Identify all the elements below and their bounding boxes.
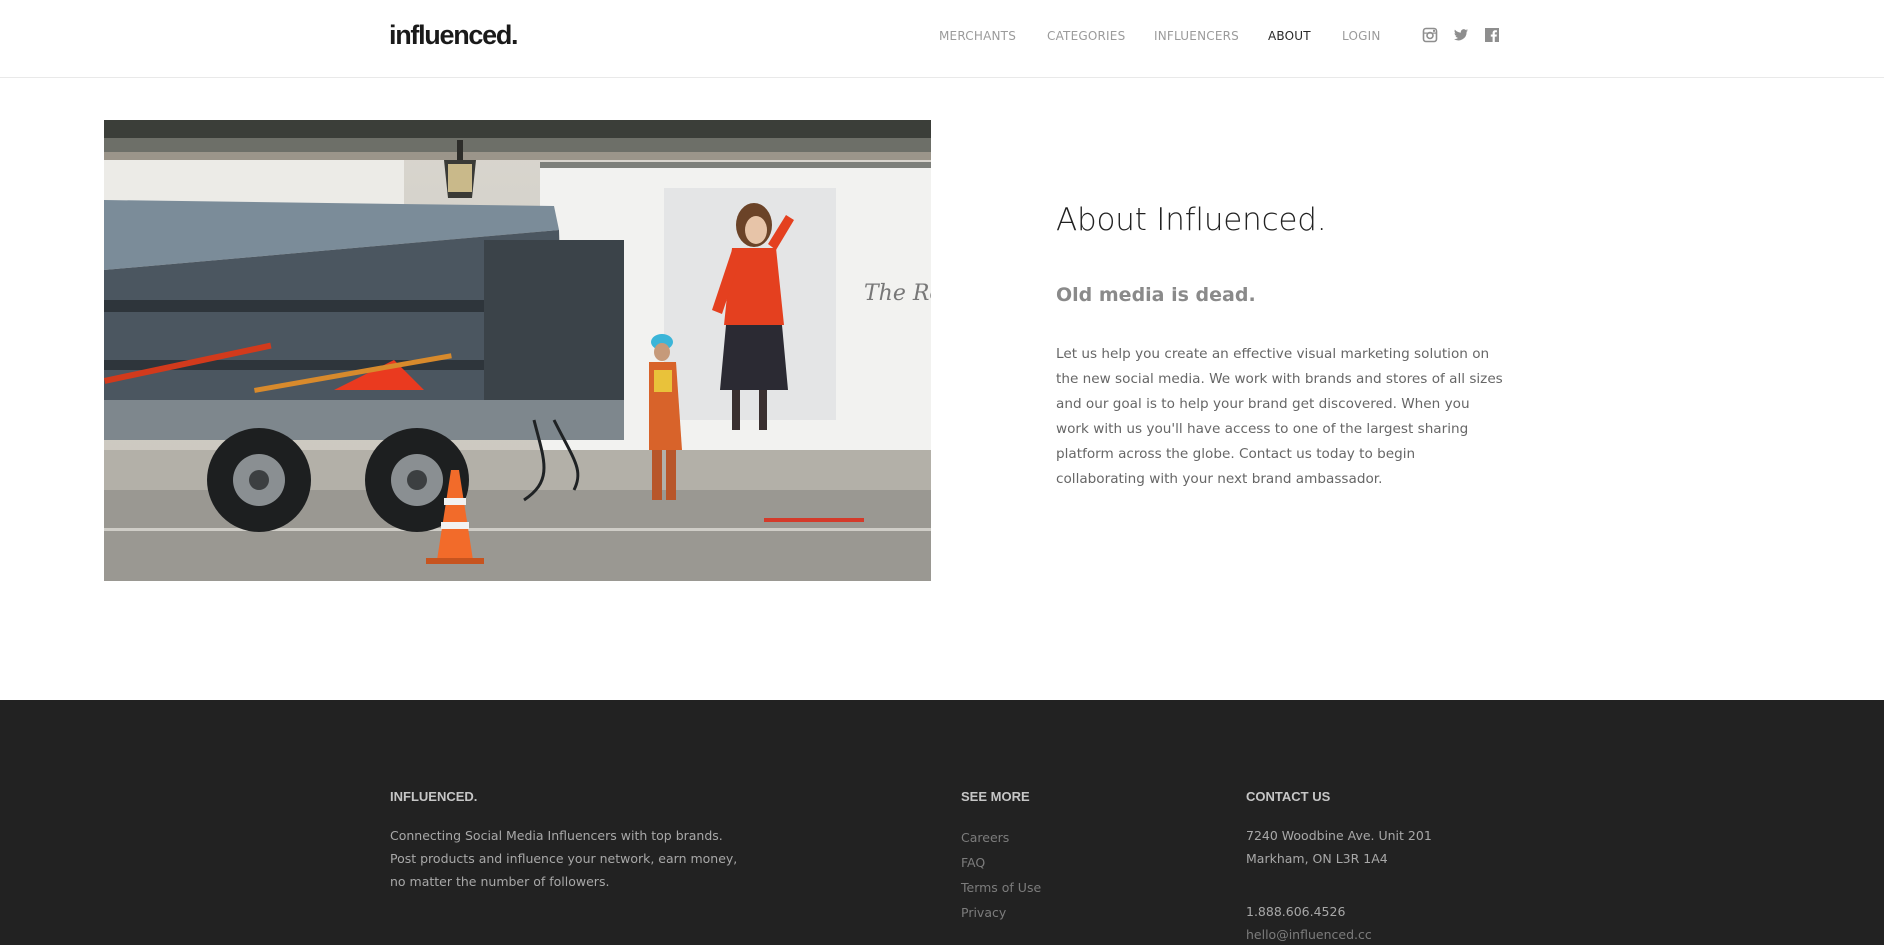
- twitter-icon[interactable]: [1453, 27, 1469, 43]
- footer-email-link[interactable]: hello@influenced.cc: [1246, 927, 1372, 943]
- nav-item-merchants[interactable]: MERCHANTS: [939, 28, 1016, 44]
- svg-text:The Ro: The Ro: [864, 281, 931, 306]
- about-title: About Influenced.: [1056, 202, 1327, 238]
- about-description: Let us help you create an effective visu…: [1056, 346, 1503, 487]
- footer-contact-heading: CONTACT US: [1246, 789, 1331, 804]
- footer-link-privacy[interactable]: Privacy: [961, 905, 1006, 921]
- footer-address-line: Markham, ON L3R 1A4: [1246, 851, 1388, 866]
- about-subtitle: Old media is dead.: [1056, 284, 1256, 306]
- footer-brand-line: Post products and influence your network…: [390, 851, 738, 866]
- footer-brand-line: Connecting Social Media Influencers with…: [390, 828, 723, 843]
- footer-brand-line: no matter the number of followers.: [390, 874, 610, 889]
- site-header: influenced. MERCHANTS CATEGORIES INFLUEN…: [0, 0, 1884, 78]
- site-logo[interactable]: influenced.: [389, 18, 519, 52]
- nav-item-login[interactable]: LOGIN: [1342, 28, 1381, 44]
- footer-address-line: 7240 Woodbine Ave. Unit 201: [1246, 828, 1432, 843]
- about-hero-image: The Ro: [104, 120, 931, 581]
- site-footer: [0, 700, 1884, 945]
- instagram-icon[interactable]: [1422, 27, 1438, 43]
- footer-brand-heading: INFLUENCED.: [390, 789, 478, 804]
- footer-see-more-heading: SEE MORE: [961, 789, 1030, 804]
- nav-item-categories[interactable]: CATEGORIES: [1047, 28, 1125, 44]
- nav-item-influencers[interactable]: INFLUENCERS: [1154, 28, 1239, 44]
- footer-link-faq[interactable]: FAQ: [961, 855, 985, 871]
- footer-link-terms[interactable]: Terms of Use: [961, 880, 1041, 896]
- footer-link-careers[interactable]: Careers: [961, 830, 1009, 846]
- facebook-icon[interactable]: [1484, 27, 1500, 43]
- nav-item-about[interactable]: ABOUT: [1268, 28, 1311, 44]
- footer-phone[interactable]: 1.888.606.4526: [1246, 900, 1345, 923]
